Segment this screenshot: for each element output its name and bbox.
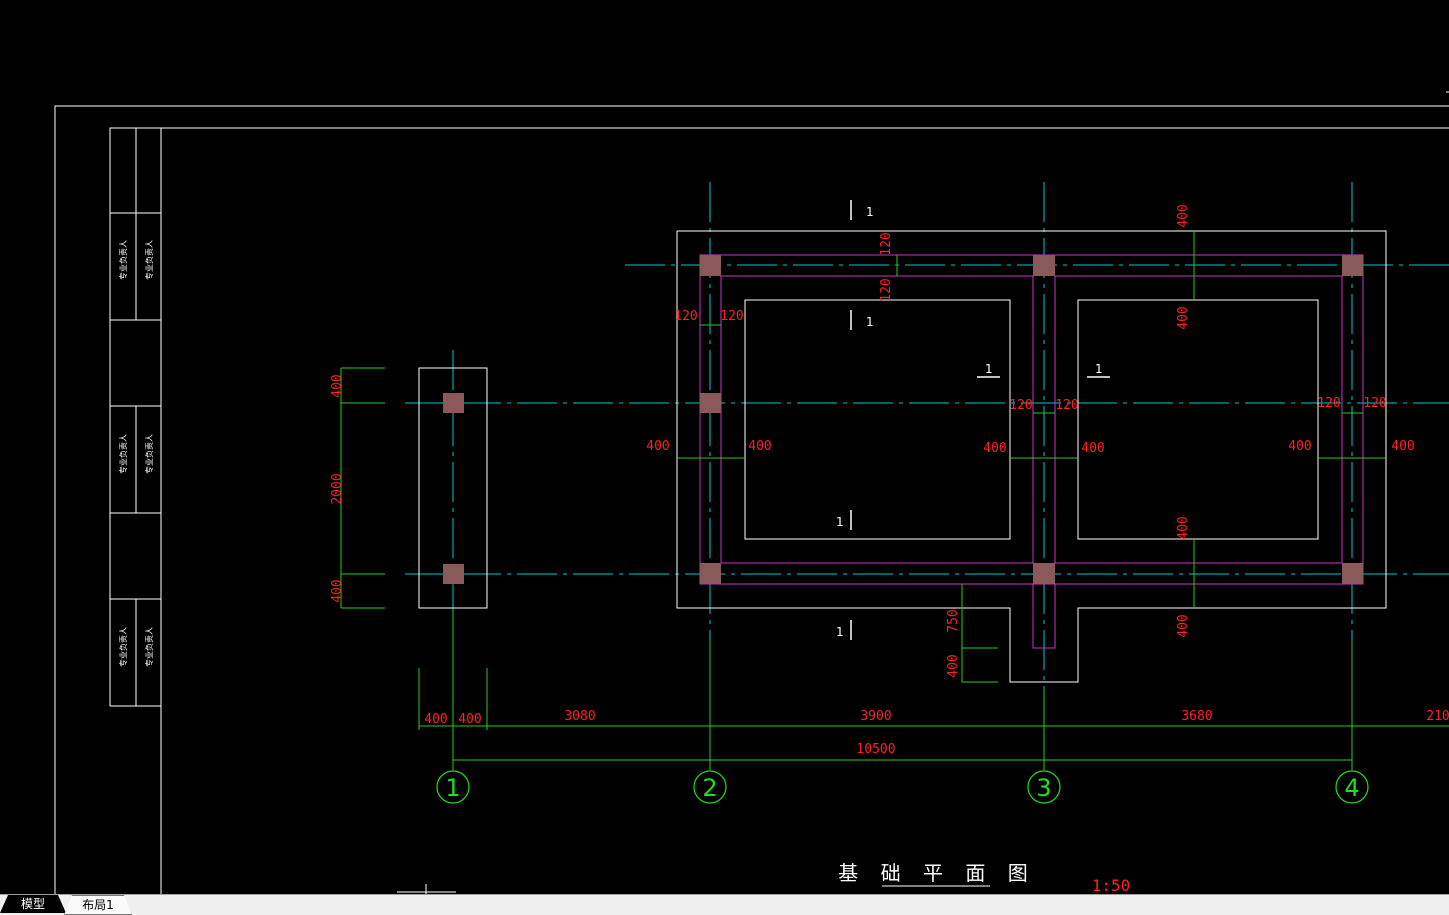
ground-beams — [699, 254, 1364, 649]
partial-symbol — [397, 884, 456, 894]
foundation-outline — [418, 230, 1387, 683]
dimension-label: 400 — [983, 441, 1006, 456]
title-block-cell: 专业负责人 — [118, 627, 128, 667]
dimension-label: 400 — [1288, 439, 1311, 454]
overall-dimension: 10500 — [856, 742, 895, 757]
dimension-label: 400 — [748, 439, 771, 454]
dimension-label: 2000 — [330, 473, 345, 504]
axis-label-4: 4 — [1344, 774, 1359, 802]
dimension-label: 400 — [1391, 439, 1414, 454]
dimension-label: 400 — [458, 712, 481, 727]
dimension-label: 400 — [1176, 204, 1191, 227]
section-mark: 1 — [1095, 362, 1103, 376]
section-mark: 1 — [985, 362, 993, 376]
dimension-label: 750 — [946, 609, 961, 632]
tab-model[interactable]: 模型 — [0, 895, 66, 913]
dimension-label: 400 — [946, 654, 961, 677]
drawing-scale: 1:50 — [1092, 876, 1131, 894]
dimension-label: 120 — [879, 232, 894, 255]
axis-bubbles — [436, 770, 1369, 804]
dimension-label: 120 — [1055, 398, 1078, 413]
dimension-lines — [340, 231, 1449, 770]
dimension-label: 400 — [330, 579, 345, 602]
dimension-label: 120 — [674, 309, 697, 324]
title-block-cell: 专业负责人 — [118, 434, 128, 474]
drawing-canvas[interactable]: 专业负责人 专业负责人 专业负责人 专业负责人 专业负责人 专业负责人 1 2 … — [0, 0, 1449, 894]
dimension-label: 400 — [1176, 306, 1191, 329]
title-block-cell: 专业负责人 — [144, 240, 154, 280]
dimension-label: 120 — [720, 309, 743, 324]
drawing-frame — [54, 91, 1449, 894]
dimension-label: 400 — [646, 439, 669, 454]
layout-tab-bar: 模型 布局1 — [0, 894, 1449, 915]
dimension-label: 120 — [879, 278, 894, 301]
dimension-label: 400 — [1176, 516, 1191, 539]
dimension-label: 400 — [1176, 614, 1191, 637]
section-mark: 1 — [836, 625, 844, 639]
dimension-label: 120 — [1317, 396, 1340, 411]
columns — [443, 255, 1363, 584]
drawing-title: 基 础 平 面 图 — [838, 861, 1035, 885]
axis-label-3: 3 — [1036, 774, 1051, 802]
section-mark: 1 — [836, 515, 844, 529]
dimension-label: 120 — [1009, 398, 1032, 413]
title-block-cell: 专业负责人 — [118, 240, 128, 280]
title-block — [110, 128, 161, 706]
section-mark: 1 — [866, 205, 874, 219]
section-mark: 1 — [866, 315, 874, 329]
dimension-label: 400 — [1081, 441, 1104, 456]
axis-label-2: 2 — [702, 774, 717, 802]
dimension-label: 400 — [330, 374, 345, 397]
axis-lines — [405, 182, 1449, 690]
dimension-label: 3900 — [860, 709, 891, 724]
title-block-cell: 专业负责人 — [144, 627, 154, 667]
title-block-cell: 专业负责人 — [144, 434, 154, 474]
dimension-label: 3080 — [564, 709, 595, 724]
tab-layout1[interactable]: 布局1 — [64, 895, 132, 915]
dimension-label: 400 — [424, 712, 447, 727]
dimension-label: 210 — [1426, 709, 1449, 724]
axis-label-1: 1 — [445, 774, 460, 802]
dimension-label: 3680 — [1181, 709, 1212, 724]
dimension-label: 120 — [1363, 396, 1386, 411]
